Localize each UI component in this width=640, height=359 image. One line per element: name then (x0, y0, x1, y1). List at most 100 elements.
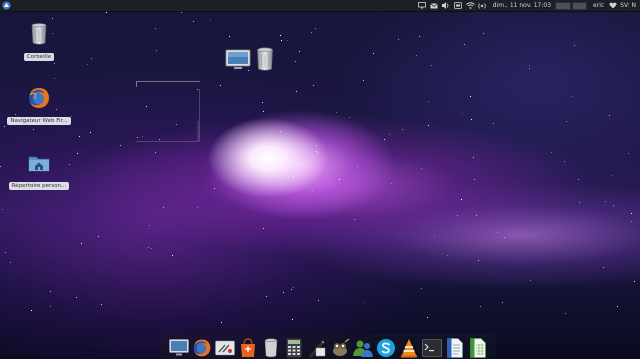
star (295, 61, 296, 62)
star (357, 166, 358, 167)
star (363, 302, 364, 303)
desktop-icon-trash[interactable]: Corbeille (7, 22, 71, 65)
notification-icon[interactable] (454, 1, 463, 10)
volume-icon[interactable] (442, 1, 451, 10)
star (54, 78, 55, 79)
firefox-icon (27, 86, 51, 110)
star (613, 205, 614, 206)
user-menu[interactable]: eric (593, 0, 604, 11)
star (631, 221, 632, 222)
star (220, 85, 221, 86)
terminal-icon (421, 339, 442, 357)
dragged-monitor-icon (225, 49, 251, 71)
star (106, 12, 107, 13)
star (578, 179, 579, 180)
trash-icon (27, 22, 51, 46)
skype-icon (376, 339, 395, 357)
star (504, 237, 505, 238)
dock-item-contacts[interactable] (352, 337, 374, 359)
star (193, 21, 194, 22)
clock[interactable]: dim., 11 nov. 17:03 (493, 0, 551, 11)
star (398, 39, 399, 40)
workspace-1[interactable] (555, 1, 571, 10)
dock-item-software-center[interactable] (237, 337, 259, 359)
star (262, 102, 263, 103)
star (263, 111, 264, 112)
star (461, 199, 462, 200)
star (603, 267, 604, 268)
network-activity-icon[interactable] (478, 1, 487, 10)
dock-item-settings[interactable] (214, 337, 236, 359)
dragged-trash-icon (256, 47, 274, 72)
star (312, 190, 313, 191)
star (149, 225, 150, 226)
star (163, 207, 164, 208)
star (421, 288, 422, 289)
star (50, 291, 51, 292)
system-tray: dim., 11 nov. 17:03 eric SV: N (418, 0, 640, 11)
keyboard-layout-indicator[interactable]: SV: N (620, 0, 636, 11)
wifi-icon[interactable] (465, 1, 475, 10)
dock-item-calculator[interactable] (283, 337, 305, 359)
desktop-wallpaper (0, 0, 640, 359)
dock-item-vlc[interactable] (398, 337, 420, 359)
star (91, 58, 92, 59)
star (419, 36, 420, 37)
monitor-icon[interactable] (418, 1, 427, 10)
dock-item-text-editor[interactable] (306, 337, 328, 359)
star (574, 45, 575, 46)
applications-menu-button[interactable] (2, 1, 11, 10)
star (476, 215, 477, 216)
star (120, 145, 121, 146)
dock-item-spreadsheet[interactable] (467, 337, 489, 359)
vlc-icon (400, 339, 417, 358)
star (280, 35, 281, 36)
star (10, 262, 11, 263)
star (71, 116, 72, 117)
star (579, 202, 580, 203)
dock-item-skype[interactable] (375, 337, 397, 359)
star (470, 96, 471, 97)
workspace-2[interactable] (571, 1, 588, 10)
star (564, 161, 565, 162)
dock-item-monitor[interactable] (168, 337, 190, 359)
star (101, 304, 102, 305)
star (551, 152, 552, 153)
star (266, 296, 267, 297)
star (336, 112, 337, 113)
dock-item-firefox[interactable] (191, 337, 213, 359)
star (628, 153, 629, 154)
star (609, 115, 610, 116)
star (402, 129, 403, 130)
star (311, 32, 312, 33)
star (617, 306, 618, 307)
star (0, 166, 1, 167)
heart-icon[interactable] (608, 1, 617, 10)
star (434, 236, 435, 237)
star (172, 255, 173, 256)
dock-item-terminal[interactable] (421, 337, 443, 359)
star (318, 300, 319, 301)
star (354, 219, 355, 220)
star (391, 183, 392, 184)
star (87, 64, 88, 65)
document-icon (446, 338, 463, 358)
star (612, 175, 613, 176)
star (631, 213, 632, 214)
mail-icon[interactable] (430, 1, 439, 10)
star (296, 91, 297, 92)
desktop-icon-label: Répertoire person... (8, 182, 70, 190)
text-editor-icon (308, 340, 325, 358)
star (2, 209, 3, 210)
star (33, 129, 34, 130)
desktop-icon-firefox[interactable]: Navigateur Web Fir... (7, 86, 71, 129)
star (50, 306, 51, 307)
desktop-icon-home-folder[interactable]: Répertoire person... (7, 151, 71, 194)
dock-item-trash[interactable] (260, 337, 282, 359)
dock-item-document[interactable] (444, 337, 466, 359)
workspace-switcher[interactable] (555, 1, 588, 10)
dock-item-gimp[interactable] (329, 337, 351, 359)
star (77, 153, 78, 154)
star (263, 228, 264, 229)
star (317, 152, 318, 153)
